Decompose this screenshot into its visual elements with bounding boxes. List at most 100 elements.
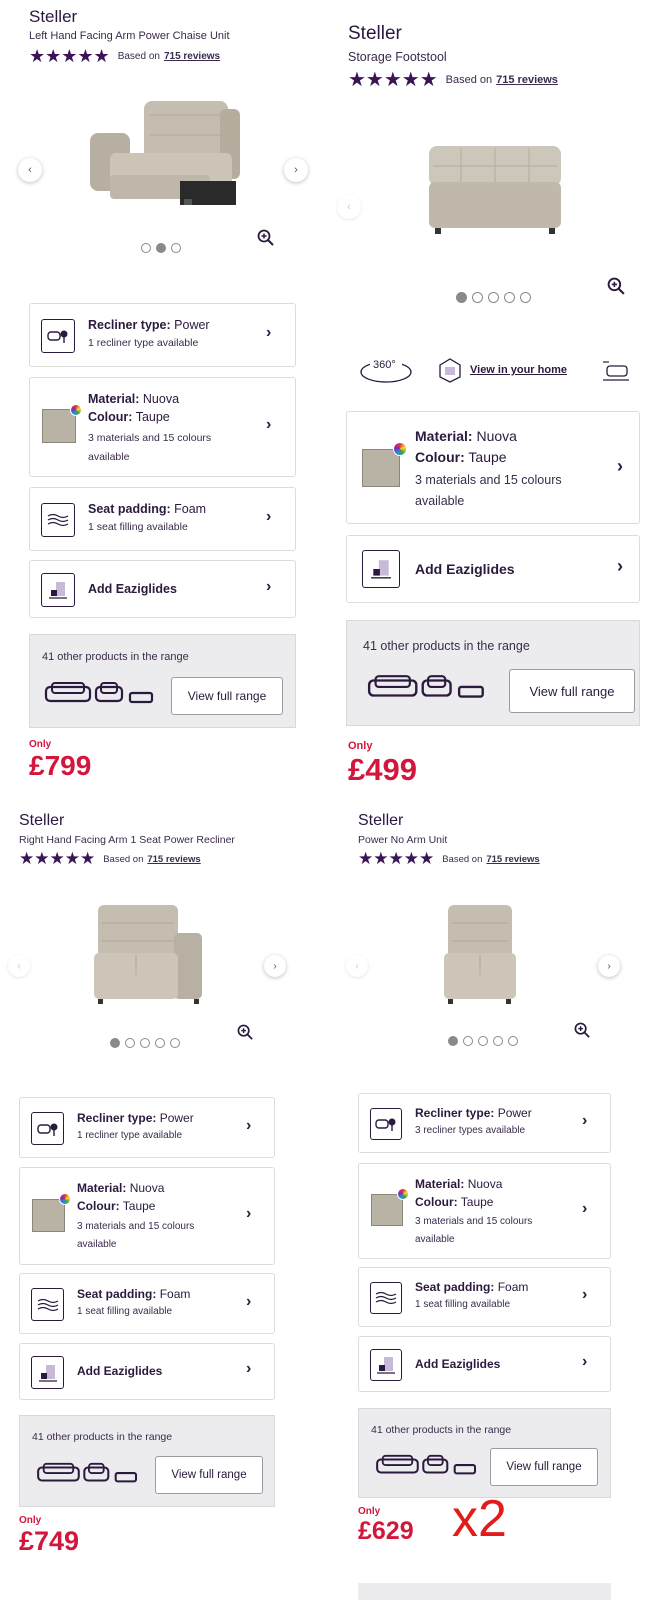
option-card-material[interactable]: Material: Nuova Colour: Taupe 3 material… [346, 411, 640, 524]
carousel-prev-button[interactable]: ‹ [346, 955, 368, 977]
eaziglides-icon [370, 1349, 402, 1381]
option-card-eaziglides[interactable]: Add Eaziglides › [358, 1336, 611, 1392]
option-card-eaziglides[interactable]: Add Eaziglides › [19, 1343, 275, 1400]
carousel-dot[interactable] [463, 1036, 473, 1046]
option-title: Material: Nuova [415, 1177, 502, 1191]
carousel-dot[interactable] [141, 243, 151, 253]
option-card-padding[interactable]: Seat padding: Foam 1 seat filling availa… [19, 1273, 275, 1334]
carousel-prev-button[interactable]: ‹ [337, 195, 361, 219]
option-card-eaziglides[interactable]: Add Eaziglides › [29, 560, 296, 618]
chevron-right-icon: › [266, 416, 272, 433]
fabric-swatch [32, 1199, 65, 1232]
zoom-icon[interactable] [257, 229, 275, 247]
product-panel-rhf-recliner: Steller Right Hand Facing Arm 1 Seat Pow… [0, 805, 330, 1600]
carousel-dot[interactable] [125, 1038, 135, 1048]
carousel-dot[interactable] [448, 1036, 458, 1046]
option-label: Recliner type: [415, 1106, 495, 1120]
eaziglides-icon [31, 1356, 64, 1389]
option-label: Add Eaziglides [415, 561, 515, 577]
product-image [444, 905, 516, 1004]
range-box: 41 other products in the range View full… [358, 1408, 611, 1498]
option-card-recliner[interactable]: Recliner type: Power 3 recliner types av… [358, 1093, 611, 1153]
view-in-your-home-link[interactable]: View in your home [470, 364, 567, 376]
carousel-dot[interactable] [504, 292, 515, 303]
carousel-next-button[interactable]: › [284, 158, 308, 182]
option-subtext: 3 materials and 15 colours available [88, 432, 212, 463]
carousel-prev-button[interactable]: ‹ [8, 955, 30, 977]
carousel-dot[interactable] [488, 292, 499, 303]
carousel-dot[interactable] [472, 292, 483, 303]
option-label: Seat padding: [415, 1280, 495, 1294]
option-card-material[interactable]: Material: Nuova Colour: Taupe 3 material… [358, 1163, 611, 1259]
star-rating: ★★★★★ [29, 46, 110, 66]
chevron-right-icon: › [582, 1200, 588, 1217]
option-title: Seat padding: Foam [415, 1280, 528, 1294]
reviews-link[interactable]: 715 reviews [164, 51, 220, 62]
option-card-recliner[interactable]: Recliner type: Power 1 recliner type ava… [29, 303, 296, 367]
option-label: Colour: [88, 410, 133, 424]
view-full-range-button[interactable]: View full range [509, 669, 635, 713]
carousel-dots [456, 292, 536, 303]
view-full-range-button[interactable]: View full range [171, 677, 283, 715]
option-title: Add Eaziglides [415, 561, 515, 577]
view-full-range-button[interactable]: View full range [490, 1448, 598, 1486]
range-text: 41 other products in the range [371, 1424, 512, 1436]
range-box: 41 other products in the range View full… [29, 634, 296, 728]
recliner-icon [31, 1112, 64, 1145]
option-subtext: 1 recliner type available [77, 1130, 183, 1141]
chevron-right-icon: › [246, 1205, 252, 1222]
option-card-material[interactable]: Material: Nuova Colour: Taupe 3 material… [19, 1167, 275, 1265]
option-title: Recliner type: Power [77, 1111, 194, 1125]
option-card-eaziglides[interactable]: Add Eaziglides › [346, 535, 640, 603]
zoom-icon[interactable] [607, 277, 626, 296]
carousel-next-button[interactable]: › [264, 955, 286, 977]
option-card-recliner[interactable]: Recliner type: Power 1 recliner type ava… [19, 1097, 275, 1158]
reviews-link[interactable]: 715 reviews [486, 854, 539, 865]
seat-padding-icon [31, 1288, 64, 1321]
option-subtext: 1 seat filling available [77, 1306, 173, 1317]
carousel-dot[interactable] [140, 1038, 150, 1048]
based-on-label: Based on [442, 853, 483, 865]
option-value: Taupe [460, 1195, 494, 1209]
option-subtext: 3 recliner types available [415, 1125, 526, 1136]
reviews-link[interactable]: 715 reviews [496, 74, 558, 86]
reviews-link[interactable]: 715 reviews [147, 854, 200, 865]
option-subtext: 1 seat filling available [88, 521, 188, 533]
carousel-dot[interactable] [478, 1036, 488, 1046]
option-subtext: 3 materials and 15 colours available [77, 1221, 195, 1250]
option-value: Nuova [476, 428, 517, 444]
option-card-padding[interactable]: Seat padding: Foam 1 seat filling availa… [29, 487, 296, 551]
view-full-range-button[interactable]: View full range [155, 1456, 263, 1494]
carousel-prev-button[interactable]: ‹ [18, 158, 42, 182]
recliner-icon [370, 1108, 402, 1140]
option-card-material[interactable]: Material: Nuova Colour: Taupe 3 material… [29, 377, 296, 477]
carousel-dot[interactable] [155, 1038, 165, 1048]
option-title-colour: Colour: Taupe [415, 449, 507, 465]
carousel-dot[interactable] [520, 292, 531, 303]
option-title: Seat padding: Foam [77, 1287, 190, 1301]
chevron-right-icon: › [582, 1112, 588, 1129]
range-text: 41 other products in the range [363, 639, 530, 653]
carousel-next-button[interactable]: › [598, 955, 620, 977]
chevron-right-icon: › [246, 1117, 252, 1134]
option-label: Recliner type: [88, 318, 171, 332]
zoom-icon[interactable] [574, 1022, 591, 1039]
room-planner-icon[interactable] [601, 358, 631, 382]
rotate-360-label[interactable]: 360° [373, 359, 396, 371]
carousel-dot[interactable] [110, 1038, 120, 1048]
carousel-dot[interactable] [493, 1036, 503, 1046]
zoom-icon[interactable] [237, 1024, 254, 1041]
carousel-dot[interactable] [170, 1038, 180, 1048]
carousel-dots [448, 1036, 523, 1046]
option-label: Colour: [415, 449, 465, 465]
carousel-dot[interactable] [156, 243, 166, 253]
carousel-dot[interactable] [508, 1036, 518, 1046]
seat-padding-icon [41, 503, 75, 537]
option-card-padding[interactable]: Seat padding: Foam 1 seat filling availa… [358, 1267, 611, 1327]
option-title: Material: Nuova [415, 428, 517, 444]
seat-padding-icon [370, 1282, 402, 1314]
brand-name: Steller [29, 7, 78, 26]
carousel-dot[interactable] [171, 243, 181, 253]
option-title: Recliner type: Power [415, 1106, 532, 1120]
carousel-dot[interactable] [456, 292, 467, 303]
